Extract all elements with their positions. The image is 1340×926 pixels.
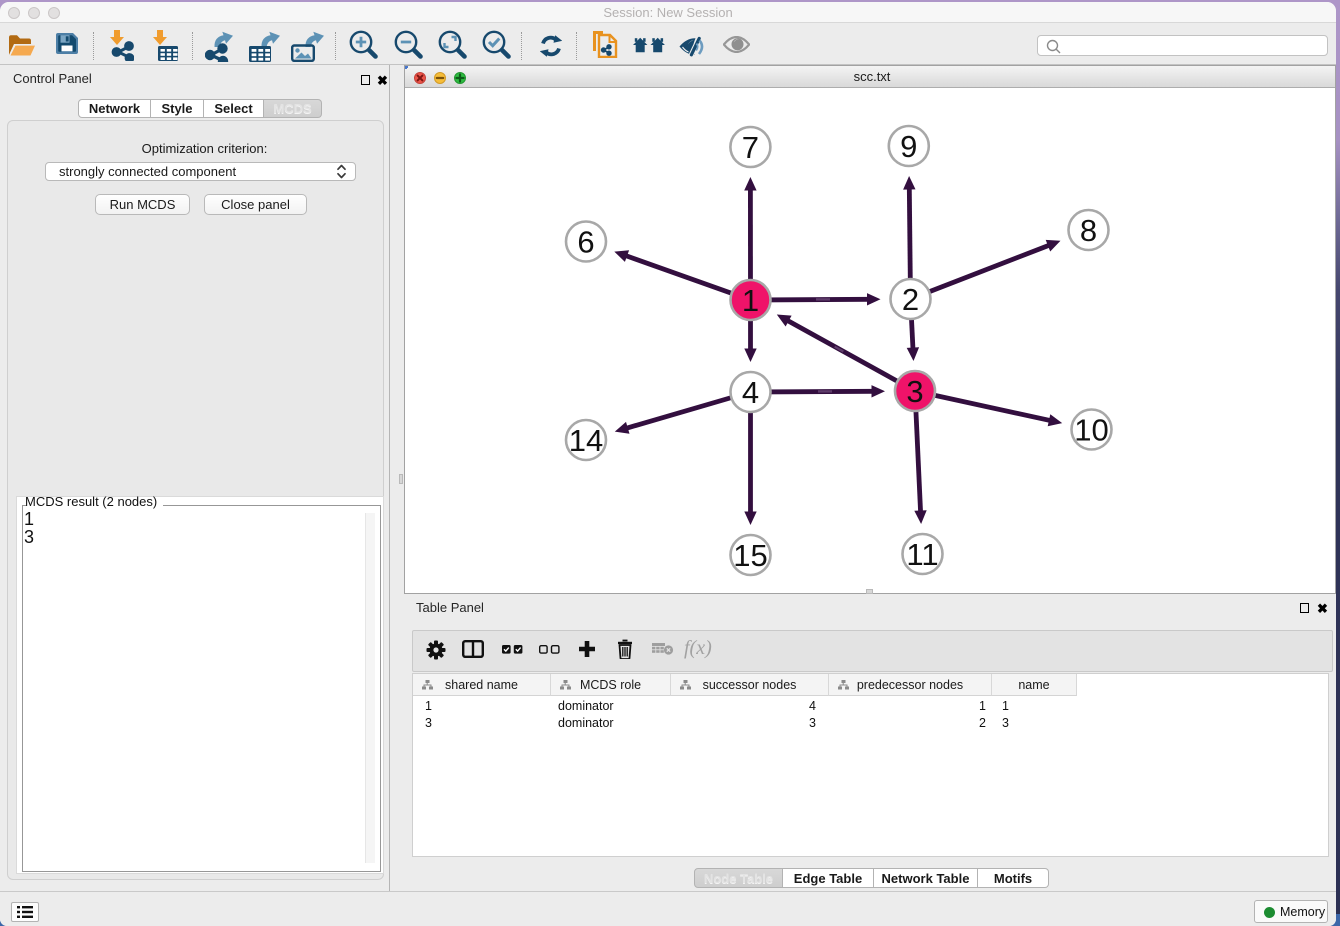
- svg-text:4: 4: [742, 375, 759, 410]
- svg-text:7: 7: [742, 130, 759, 165]
- svg-text:2: 2: [902, 282, 919, 317]
- svg-text:6: 6: [577, 225, 594, 260]
- svg-text:8: 8: [1080, 213, 1097, 248]
- svg-text:10: 10: [1074, 413, 1108, 448]
- svg-text:15: 15: [733, 538, 767, 573]
- svg-text:14: 14: [569, 423, 603, 458]
- svg-text:3: 3: [906, 374, 923, 409]
- svg-text:11: 11: [906, 537, 938, 572]
- svg-text:1: 1: [742, 283, 759, 318]
- svg-text:9: 9: [900, 129, 917, 164]
